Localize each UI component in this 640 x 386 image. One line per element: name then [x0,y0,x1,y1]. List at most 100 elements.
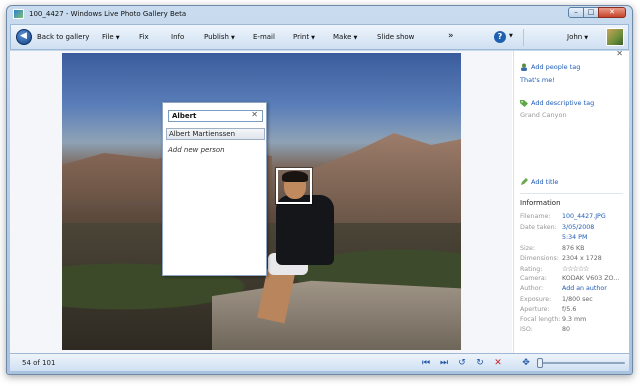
print-menu[interactable]: Print ▼ [293,33,315,41]
print-menu-label: Print [293,33,310,41]
thats-me-link[interactable]: That's me! [520,76,555,84]
people-tag-icon [520,63,528,71]
info-row-author: Author: Add an author [520,285,607,292]
info-value[interactable]: 5:34 PM [562,234,587,241]
info-value: 1/800 sec [562,296,593,303]
info-key: Rating: [520,266,543,273]
info-row-time: 5:34 PM [520,234,587,241]
email-button[interactable]: E-mail [253,33,275,41]
person-body [276,195,334,265]
help-icon[interactable]: ? [494,31,506,43]
delete-icon[interactable]: ✕ [492,357,504,369]
add-descriptive-tag-link[interactable]: Add descriptive tag [531,99,594,107]
info-key: Focal length: [520,316,561,323]
info-key: Date taken: [520,224,557,231]
info-row-exposure: Exposure: 1/800 sec [520,296,593,303]
face-detection-box[interactable] [276,168,312,204]
rating-stars[interactable]: ☆☆☆☆☆ [562,265,589,273]
add-title-link[interactable]: Add title [531,178,558,186]
close-window-button[interactable]: ✕ [598,7,626,18]
main-content: Albert ✕ Albert Martienssen Add new pers… [10,49,629,354]
rotate-right-icon[interactable]: ↻ [474,357,486,369]
info-value[interactable]: 100_4427.JPG [562,213,606,220]
info-row-camera: Camera: KODAK V603 ZO... [520,275,619,282]
tag-suggestion-item[interactable]: Albert Martienssen [166,128,265,140]
info-row-dimensions: Dimensions: 2304 x 1728 [520,255,602,262]
window-title: 100_4427 - Windows Live Photo Gallery Be… [29,10,187,18]
info-row-size: Size: 876 KB [520,245,584,252]
back-to-gallery-button[interactable]: Back to gallery [37,33,89,41]
navigation-bar: 54 of 101 ⏮ ⏭ ↺ ↻ ✕ ✥ [10,353,629,371]
window-controls: – □ ✕ [568,7,626,18]
descriptive-tag-value[interactable]: Grand Canyon [520,111,567,119]
info-value: f/5.6 [562,306,577,313]
info-key: Aperture: [520,306,550,313]
publish-menu[interactable]: Publish ▼ [204,33,235,41]
rotate-left-icon[interactable]: ↺ [456,357,468,369]
more-commands-button[interactable]: » [448,31,454,41]
add-people-tag-link[interactable]: Add people tag [531,63,580,71]
photo-gallery-app-icon [13,9,24,19]
make-menu[interactable]: Make ▼ [333,33,357,41]
info-row-rating: Rating: ☆☆☆☆☆ [520,265,589,273]
title-pencil-icon [520,178,528,186]
zoom-icon[interactable]: ✥ [520,357,532,369]
info-key: Size: [520,245,536,252]
help-menu-chevron-icon[interactable]: ▼ [509,33,513,39]
info-row-iso: ISO: 80 [520,326,570,333]
info-key: ISO: [520,326,533,333]
info-key: Dimensions: [520,255,559,262]
file-menu-label: File [102,33,114,41]
info-value: 876 KB [562,245,585,252]
info-value[interactable]: 3/05/2008 [562,224,594,231]
make-menu-label: Make [333,33,352,41]
info-row-focal-length: Focal length:9.3 mm [520,316,586,323]
photo-count: 54 of 101 [22,359,56,367]
toolbar-divider [523,29,524,46]
user-menu[interactable]: John ▼ [567,33,588,41]
file-menu[interactable]: File ▼ [102,33,120,41]
people-tag-input-value: Albert [172,112,197,120]
photo-image: Albert ✕ Albert Martienssen Add new pers… [62,53,461,350]
command-bar: Back to gallery File▼ Fix Info Publish▼ … [10,24,629,50]
information-heading: Information [520,199,561,207]
maximize-button[interactable]: □ [583,7,599,18]
info-key: Filename: [520,213,551,220]
publish-menu-label: Publish [204,33,229,41]
app-window: 100_4427 - Windows Live Photo Gallery Be… [6,5,633,375]
info-key: Exposure: [520,296,552,303]
descriptive-tag-icon [520,99,528,107]
avatar[interactable] [606,28,624,46]
clear-icon[interactable]: ✕ [251,110,258,119]
slide-show-button[interactable]: Slide show [377,33,414,41]
info-row-aperture: Aperture: f/5.6 [520,306,576,313]
zoom-slider[interactable] [540,362,625,364]
photo-viewer: Albert ✕ Albert Martienssen Add new pers… [10,51,512,354]
info-value: 80 [562,326,571,333]
chevron-down-icon: ▼ [115,35,120,41]
people-tag-input[interactable]: Albert ✕ [168,110,263,122]
previous-icon[interactable]: ⏮ [420,357,432,369]
info-key: Author: [520,285,544,292]
chevron-down-icon: ▼ [353,35,358,41]
fix-button[interactable]: Fix [139,33,149,41]
info-value: 9.3 mm [562,316,587,323]
info-button[interactable]: Info [171,33,184,41]
people-tag-popup: Albert ✕ Albert Martienssen Add new pers… [162,102,267,276]
chevron-down-icon: ▼ [584,35,589,41]
info-divider [520,193,623,194]
close-pane-icon[interactable]: ✕ [616,49,623,58]
info-row-date: Date taken: 3/05/2008 [520,224,594,231]
add-new-person-link[interactable]: Add new person [168,146,225,154]
title-bar: 100_4427 - Windows Live Photo Gallery Be… [7,6,632,23]
chevron-down-icon: ▼ [311,35,315,41]
add-author-link[interactable]: Add an author [562,285,607,292]
zoom-slider-thumb[interactable] [537,358,543,368]
next-icon[interactable]: ⏭ [438,357,450,369]
info-row-filename: Filename: 100_4427.JPG [520,213,606,220]
back-arrow-icon[interactable] [16,29,32,45]
minimize-button[interactable]: – [568,7,584,18]
info-pane: Add people tag That's me! Add descriptiv… [513,49,629,354]
info-value: 2304 x 1728 [562,255,602,262]
user-name: John [567,33,583,41]
